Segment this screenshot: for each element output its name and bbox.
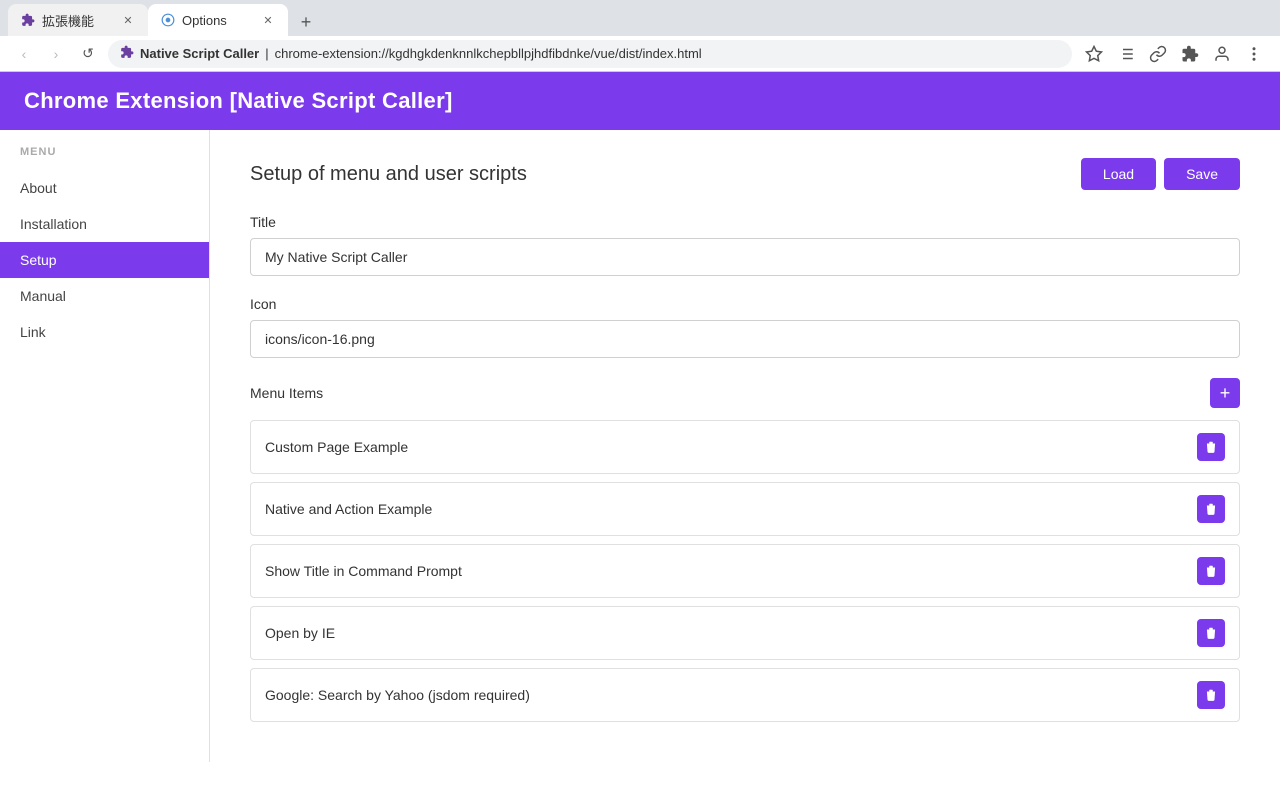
icon-label: Icon xyxy=(250,296,1240,312)
menu-items-label: Menu Items xyxy=(250,385,323,401)
page-content: Chrome Extension [Native Script Caller] … xyxy=(0,72,1280,800)
menu-item-row: Native and Action Example xyxy=(250,482,1240,536)
account-button[interactable] xyxy=(1208,40,1236,68)
tab-extensions-close[interactable]: ✕ xyxy=(120,12,136,28)
address-site-name: Native Script Caller xyxy=(140,46,259,61)
title-input[interactable] xyxy=(250,238,1240,276)
sidebar-item-installation[interactable]: Installation xyxy=(0,206,209,242)
tab-options-close[interactable]: ✕ xyxy=(260,12,276,28)
menu-item-row: Google: Search by Yahoo (jsdom required) xyxy=(250,668,1240,722)
extensions-button[interactable] xyxy=(1176,40,1204,68)
icon-input[interactable] xyxy=(250,320,1240,358)
menu-items-header: Menu Items + xyxy=(250,378,1240,408)
sidebar-item-link[interactable]: Link xyxy=(0,314,209,350)
delete-item-4-button[interactable] xyxy=(1197,681,1225,709)
main-panel: Setup of menu and user scripts Load Save… xyxy=(210,130,1280,762)
back-button[interactable]: ‹ xyxy=(12,42,36,66)
options-tab-icon xyxy=(160,12,176,28)
menu-item-label: Google: Search by Yahoo (jsdom required) xyxy=(265,687,530,703)
delete-item-1-button[interactable] xyxy=(1197,495,1225,523)
tab-options[interactable]: Options ✕ xyxy=(148,4,288,36)
menu-item-label: Show Title in Command Prompt xyxy=(265,563,462,579)
save-button[interactable]: Save xyxy=(1164,158,1240,190)
bookmark-button[interactable] xyxy=(1080,40,1108,68)
sidebar-item-setup[interactable]: Setup xyxy=(0,242,209,278)
page-header-title: Chrome Extension [Native Script Caller] xyxy=(24,88,453,113)
main-layout: MENU About Installation Setup Manual Lin… xyxy=(0,130,1280,762)
chrome-menu-button[interactable] xyxy=(1240,40,1268,68)
icon-form-group: Icon xyxy=(250,296,1240,358)
site-favicon xyxy=(120,45,134,62)
sidebar: MENU About Installation Setup Manual Lin… xyxy=(0,130,210,762)
tab-extensions-title: 拡張機能 xyxy=(42,11,114,30)
panel-action-buttons: Load Save xyxy=(1081,158,1240,190)
menu-item-row: Open by IE xyxy=(250,606,1240,660)
sidebar-menu-label: MENU xyxy=(0,146,209,170)
address-url: chrome-extension://kgdhgkdenknnlkchepbll… xyxy=(275,46,702,61)
extensions-tab-icon xyxy=(20,12,36,28)
title-label: Title xyxy=(250,214,1240,230)
delete-item-0-button[interactable] xyxy=(1197,433,1225,461)
title-form-group: Title xyxy=(250,214,1240,276)
chrome-link-button[interactable] xyxy=(1144,40,1172,68)
forward-button[interactable]: › xyxy=(44,42,68,66)
delete-item-3-button[interactable] xyxy=(1197,619,1225,647)
page-header: Chrome Extension [Native Script Caller] xyxy=(0,72,1280,130)
menu-item-row: Show Title in Command Prompt xyxy=(250,544,1240,598)
menu-item-label: Custom Page Example xyxy=(265,439,408,455)
load-button[interactable]: Load xyxy=(1081,158,1156,190)
menu-item-row: Custom Page Example xyxy=(250,420,1240,474)
menu-item-label: Native and Action Example xyxy=(265,501,432,517)
toolbar-icons xyxy=(1080,40,1268,68)
tab-options-title: Options xyxy=(182,13,254,28)
new-tab-button[interactable]: + xyxy=(292,8,320,36)
reload-button[interactable]: ↺ xyxy=(76,42,100,66)
panel-header: Setup of menu and user scripts Load Save xyxy=(250,158,1240,190)
address-input[interactable]: Native Script Caller | chrome-extension:… xyxy=(108,40,1072,68)
tab-extensions[interactable]: 拡張機能 ✕ xyxy=(8,4,148,36)
panel-title: Setup of menu and user scripts xyxy=(250,163,527,186)
sidebar-item-manual[interactable]: Manual xyxy=(0,278,209,314)
delete-item-2-button[interactable] xyxy=(1197,557,1225,585)
tab-bar: 拡張機能 ✕ Options ✕ + xyxy=(0,0,1280,36)
menu-item-label: Open by IE xyxy=(265,625,335,641)
sidebar-item-about[interactable]: About xyxy=(0,170,209,206)
address-bar: ‹ › ↺ Native Script Caller | chrome-exte… xyxy=(0,36,1280,72)
address-separator: | xyxy=(265,46,268,61)
reading-list-button[interactable] xyxy=(1112,40,1140,68)
add-menu-item-button[interactable]: + xyxy=(1210,378,1240,408)
